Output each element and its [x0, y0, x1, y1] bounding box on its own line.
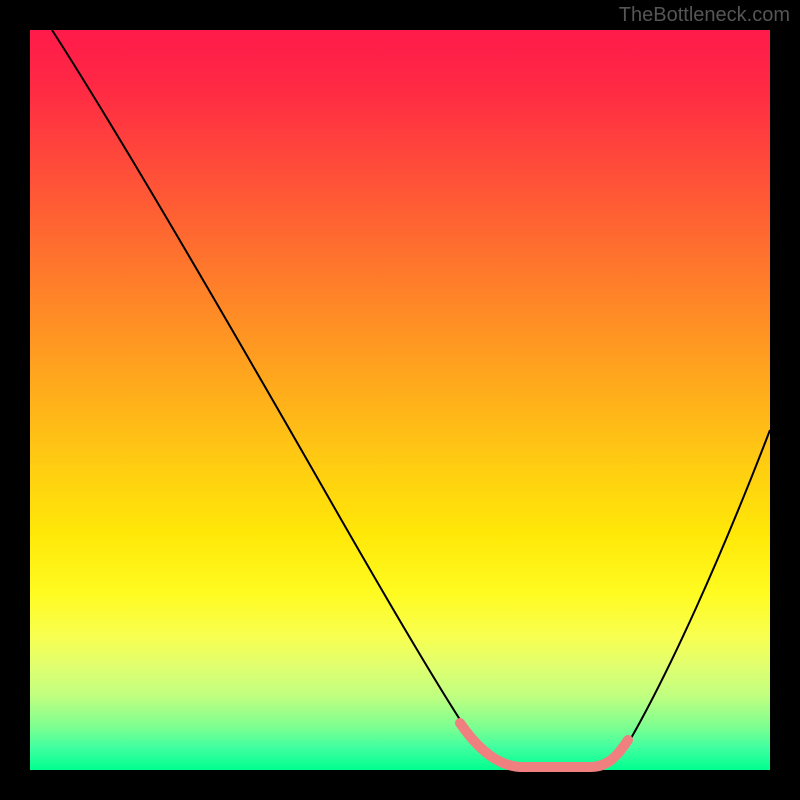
- bottleneck-curve-line: [52, 30, 770, 768]
- optimal-zone-highlight: [460, 723, 628, 767]
- chart-svg: [30, 30, 770, 770]
- watermark-text: TheBottleneck.com: [619, 4, 790, 27]
- plot-gradient-background: [30, 30, 770, 770]
